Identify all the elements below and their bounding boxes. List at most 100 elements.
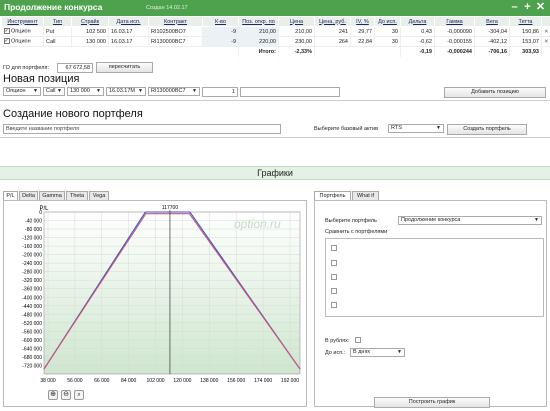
totals-row: Итого: -2,33% -0,19 -0,000244 -706,16 30… [1,46,550,57]
add-position-button[interactable]: Добавить позицию [444,87,546,98]
qty-input[interactable]: 1 [202,87,238,97]
cell-open-price[interactable]: 210,00 [238,26,279,37]
base-asset-select[interactable]: RTS ▼ [388,124,444,133]
col-contract[interactable]: Контракт [148,16,203,27]
y-tick-label: -240 000 [22,261,42,267]
cell-vega: -304,04 [474,26,510,37]
go-label: ГО для портфеля: [3,65,50,71]
recalc-button[interactable]: пересчитать [96,62,153,73]
zoom-reset-icon[interactable]: ⌕ [74,390,84,400]
compare-label: Сравнить с портфелями [325,229,388,235]
settings-panel: Выберите портфель Продолжение конкурса ▼ … [314,200,547,408]
zoom-out-icon[interactable]: ⊖ [61,390,71,400]
table-row[interactable]: ✓ Опцион Put 102 500 16.03.17 RI102500BO… [1,26,550,37]
cell-strike: 102 500 [71,26,109,37]
row-checkbox[interactable]: ✓ [3,38,10,45]
y-tick-label: -440 000 [22,304,42,310]
build-chart-button[interactable]: Построить график [374,397,490,408]
y-tick-label: -320 000 [22,278,42,284]
y-tick-label: -200 000 [22,253,42,259]
cell-qty[interactable]: -9 [202,26,239,37]
cell-price: 230,00 [278,36,315,47]
pl-chart: P/L 0-40 000-80 000-120 000-160 000-200 … [22,205,301,384]
col-date[interactable]: Дата исп. [108,16,149,27]
col-theta[interactable]: Тетта [509,16,542,27]
cell-open-price[interactable]: 220,00 [238,36,279,47]
add-icon[interactable]: + [522,2,533,13]
contract-select[interactable]: RI130000BC7 ▼ [148,87,200,96]
y-tick-label: -400 000 [22,295,42,301]
cell-delta: 0,43 [400,26,435,37]
base-asset-label: Выберите базовый актив [314,126,378,132]
col-delta[interactable]: Дельта [400,16,435,27]
y-tick-label: -120 000 [22,236,42,242]
col-days[interactable]: До исп. [374,16,401,27]
total-vega: -706,16 [474,46,510,57]
col-type[interactable]: Тип [43,16,72,27]
zoom-in-icon[interactable]: ⊕ [48,390,58,400]
cell-iv: 29,77 [350,26,375,37]
row-checkbox[interactable]: ✓ [3,28,10,35]
chart-panel: P/L 0 -40 000 -80 000 -120 000 -160 000 -200 … [3,200,307,407]
cell-vega: -402,12 [474,36,510,47]
rub-checkbox[interactable] [355,337,361,343]
create-portfolio-button[interactable]: Создать портфель [447,124,527,135]
compare-checkbox[interactable] [331,245,337,251]
compare-checkbox[interactable] [331,302,337,308]
compare-checkbox[interactable] [331,288,337,294]
col-qty[interactable]: К-во [202,16,239,27]
cell-type: Put [43,26,72,37]
cell-days: 30 [374,36,401,47]
compare-checkbox[interactable] [331,260,337,266]
y-tick-label: -600 000 [22,338,42,344]
new-portfolio-heading: Создание нового портфеля [3,108,143,120]
minimize-icon[interactable]: – [509,2,520,13]
cell-iv: 22,84 [350,36,375,47]
cell-days: 30 [374,26,401,37]
rub-label: В рублях: [325,338,350,344]
col-price-rub[interactable]: Цена, руб. [314,16,351,27]
cell-strike: 130 000 [71,36,109,47]
col-price[interactable]: Цена [278,16,315,27]
delete-row-icon[interactable]: ✕ [541,36,550,47]
window-subtitle: Создан 14.02.17 [146,5,188,11]
col-instrument[interactable]: Инструмент [1,16,44,27]
col-strike[interactable]: Страйк [71,16,109,27]
total-label: Итого: [238,46,279,57]
x-tick-label: 38 000 [40,378,56,384]
instrument-select[interactable]: Опцион ▼ [3,87,41,96]
y-tick-label: -680 000 [22,355,42,361]
y-tick-label: -720 000 [22,363,42,369]
x-tick-label: 102 000 [147,378,165,384]
x-tick-label: 156 000 [227,378,245,384]
y-tick-label: -640 000 [22,346,42,352]
positions-table: Инструмент Тип Страйк Дата исп. Контракт… [1,16,550,57]
cell-contract: RI130000BC7 [148,36,203,47]
strike-select[interactable]: 130 000 ▼ [67,87,104,96]
type-select[interactable]: Call ▼ [43,87,65,96]
portfolio-select[interactable]: Продолжение конкурса ▼ [398,216,542,225]
delete-row-icon[interactable]: ✕ [541,26,550,37]
y-tick-label: -560 000 [22,329,42,335]
col-open-price[interactable]: Поз. откр. по [238,16,279,27]
compare-checkbox[interactable] [331,274,337,280]
y-tick-label: 0 [39,210,42,216]
table-row[interactable]: ✓ Опцион Call 130 000 16.03.17 RI130000B… [1,36,550,47]
price-input[interactable] [240,87,340,97]
col-iv[interactable]: IV, % [350,16,375,27]
col-gamma[interactable]: Гамма [434,16,475,27]
col-vega[interactable]: Вега [474,16,510,27]
go-value: 67 672,58 [57,63,93,73]
date-select[interactable]: 16.03.17M ▼ [106,87,146,96]
until-select[interactable]: В днях ▼ [350,348,405,357]
cell-theta: 153,07 [509,36,542,47]
cell-price-rub: 241 [314,26,351,37]
cell-qty[interactable]: -9 [202,36,239,47]
graphs-heading: Графики [0,166,550,180]
current-price-label: 117700 [162,205,179,211]
x-tick-label: 56 000 [67,378,83,384]
cell-theta: 150,86 [509,26,542,37]
portfolio-name-input[interactable]: Введите название портфеля [3,124,281,134]
close-icon[interactable]: ✕ [535,2,546,13]
cell-delta: -0,62 [400,36,435,47]
